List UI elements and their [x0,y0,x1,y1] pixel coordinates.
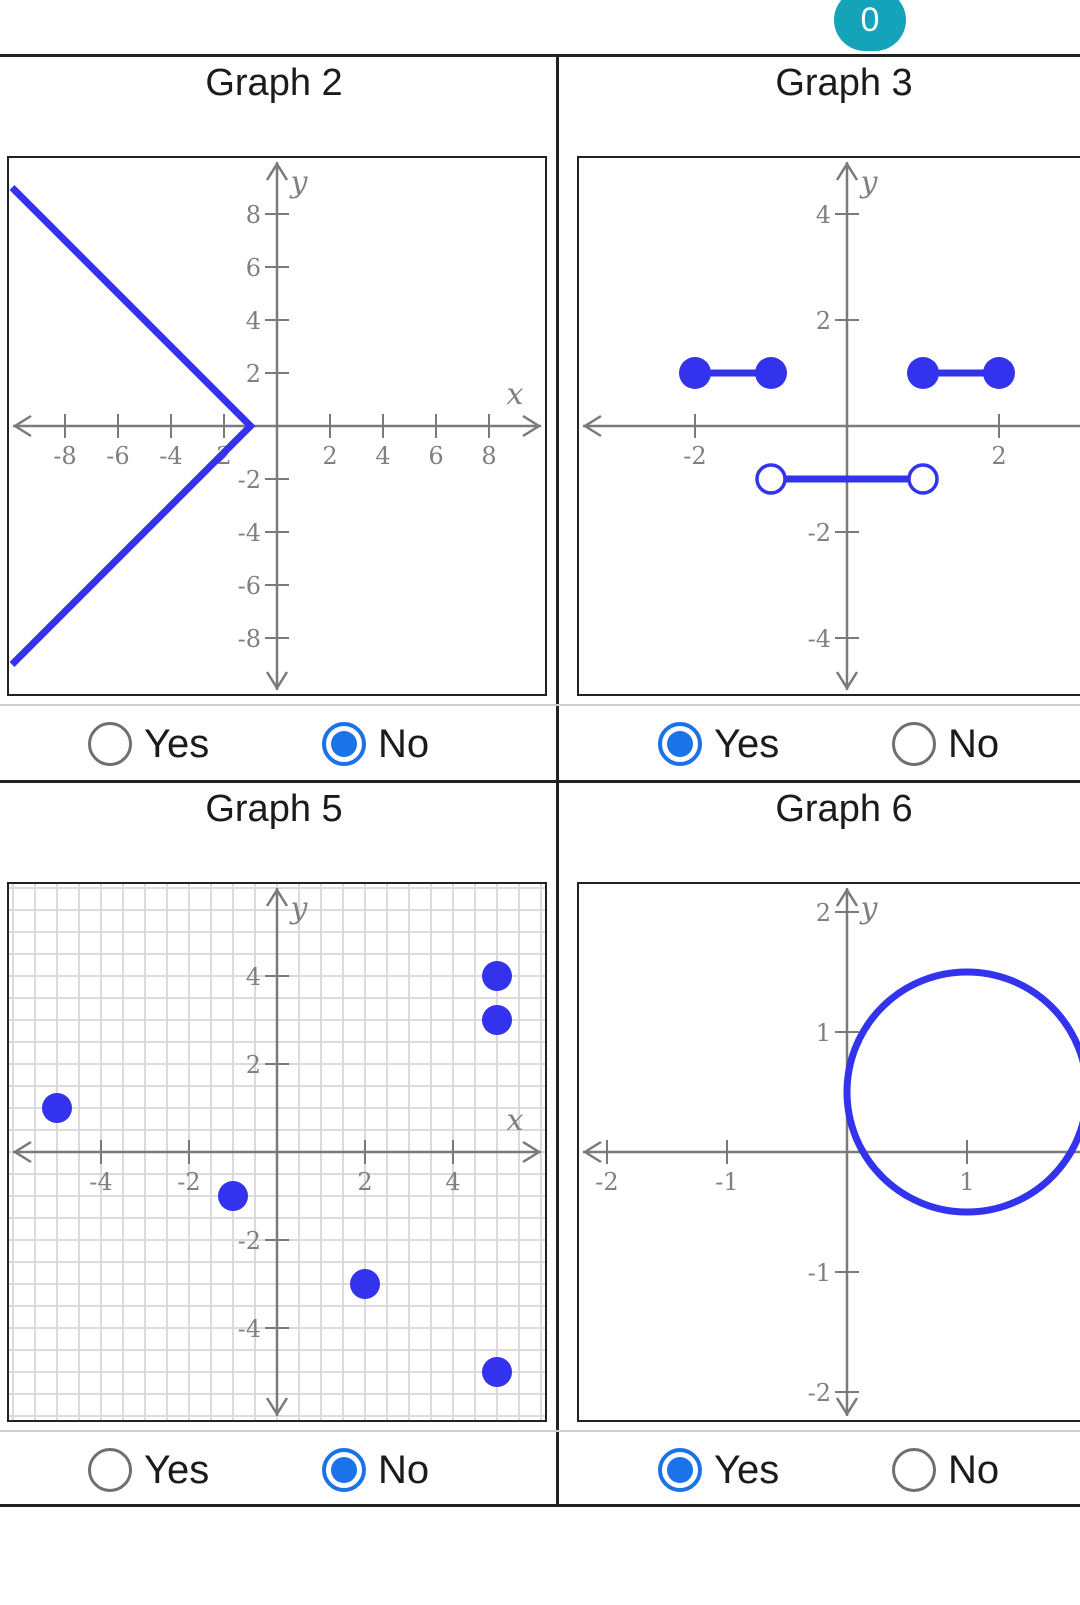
y-axis-label: y [289,891,309,926]
option-label: Yes [144,722,210,766]
radio-unchecked-icon[interactable] [892,722,936,766]
graph-plot: -2 2 4 2 -2 -4 y [577,156,1080,696]
y-tick-label: 1 [816,1019,831,1047]
data-point [482,1005,512,1035]
answer-options: Yes No [570,712,1080,782]
x-tick-label: 1 [959,1168,974,1196]
data-point [42,1093,72,1123]
x-tick-label: 2 [357,1168,372,1196]
column-divider [556,54,559,1507]
x-tick-label: 2 [322,442,337,470]
option-label: Yes [144,1448,210,1492]
x-tick-label: 2 [991,442,1006,470]
x-tick-label: 4 [445,1168,460,1196]
graph-plot: -8 -6 -4 2 2 4 6 8 8 6 4 2 -2 -4 -6 -8 x y [7,156,547,696]
graph-plot: -4 -2 2 4 4 2 -2 -4 x y [7,882,547,1422]
y-axis-label: y [859,165,879,200]
closed-endpoint [907,357,939,389]
x-tick-label: 6 [428,442,443,470]
option-label: No [948,722,1000,766]
y-tick-label: -1 [808,1259,831,1287]
data-point [482,961,512,991]
radio-checked-icon[interactable] [322,1448,366,1492]
graph-title: Graph 3 [775,62,913,104]
data-point [350,1269,380,1299]
closed-endpoint [679,357,711,389]
y-tick-label: -2 [238,1227,261,1255]
y-tick-label: -6 [238,572,261,600]
y-tick-label: 2 [246,1051,261,1079]
y-tick-label: 4 [246,963,261,991]
x-tick-label: 4 [375,442,390,470]
closed-endpoint [755,357,787,389]
y-tick-label: 2 [246,360,261,388]
graph-title: Graph 6 [775,788,913,830]
data-point [482,1357,512,1387]
answer-options: Yes No [0,1438,540,1508]
option-label: No [948,1448,1000,1492]
closed-endpoint [983,357,1015,389]
x-tick-label: -4 [159,442,182,470]
x-tick-label: 8 [481,442,496,470]
radio-checked-icon[interactable] [658,722,702,766]
graph-title: Graph 2 [205,62,343,104]
top-divider [0,54,1080,57]
y-tick-label: -2 [808,1379,831,1407]
x-axis-label: x [507,1103,524,1138]
chart-svg: -4 -2 2 4 4 2 -2 -4 x y [9,884,545,1420]
y-axis-label: y [859,891,879,926]
options-separator [0,1430,1080,1432]
y-tick-label: 2 [816,307,831,335]
y-tick-label: 6 [246,254,261,282]
y-tick-label: 4 [246,307,261,335]
x-axis-label: x [507,377,524,412]
option-label: No [378,1448,430,1492]
x-tick-label: -2 [177,1168,200,1196]
y-tick-label: 8 [246,201,261,229]
x-tick-label: -2 [595,1168,618,1196]
y-tick-label: -8 [238,625,261,653]
data-point [218,1181,248,1211]
option-label: No [378,722,430,766]
y-tick-label: 2 [816,899,831,927]
x-tick-label: -1 [715,1168,738,1196]
x-tick-label: -4 [89,1168,112,1196]
open-endpoint [755,463,787,495]
radio-unchecked-icon[interactable] [892,1448,936,1492]
option-label: Yes [714,1448,780,1492]
y-axis-label: y [289,165,309,200]
answer-options: Yes No [0,712,540,782]
graph-title: Graph 5 [205,788,343,830]
open-endpoint [907,463,939,495]
radio-checked-icon[interactable] [658,1448,702,1492]
score-badge: 0 [834,0,906,51]
chart-svg: -2 2 4 2 -2 -4 y [582,161,1080,691]
options-separator [0,704,1080,706]
x-tick-label: -2 [683,442,706,470]
graph-plot: -2 -1 1 2 1 -1 -2 y [577,882,1080,1422]
chart-svg: -2 -1 1 2 1 -1 -2 y [582,887,1080,1417]
y-tick-label: -2 [238,466,261,494]
radio-checked-icon[interactable] [322,722,366,766]
y-tick-label: -4 [238,519,261,547]
x-tick-label: -6 [106,442,129,470]
x-tick-label: -8 [53,442,76,470]
option-label: Yes [714,722,780,766]
y-tick-label: 4 [816,201,831,229]
radio-unchecked-icon[interactable] [88,1448,132,1492]
chart-svg: -8 -6 -4 2 2 4 6 88642-2-4-6-8xy [9,161,542,691]
y-tick-label: -2 [808,519,831,547]
y-tick-label: -4 [238,1315,261,1343]
answer-options: Yes No [570,1438,1080,1508]
y-tick-label: -4 [808,625,831,653]
radio-unchecked-icon[interactable] [88,722,132,766]
